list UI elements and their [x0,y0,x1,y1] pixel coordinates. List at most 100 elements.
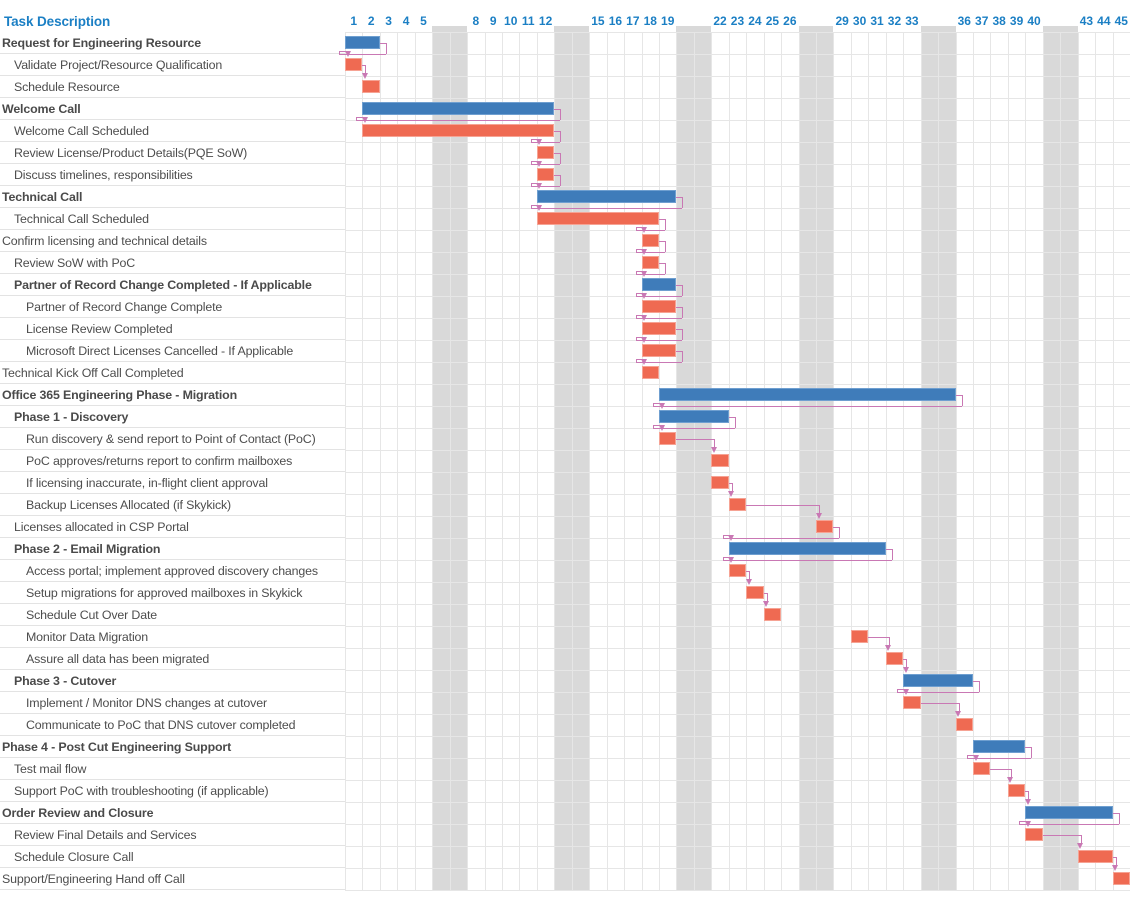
dependency-arrow-icon [710,447,717,453]
task-bar[interactable] [641,322,677,335]
task-bar[interactable] [362,124,555,137]
day-label-39: 39 [1009,14,1024,28]
grid-line-horizontal [345,846,1130,847]
task-row[interactable]: Order Review and Closure [0,802,345,824]
task-row[interactable]: License Review Completed [0,318,345,340]
task-label: Support/Engineering Hand off Call [2,871,185,886]
task-bar[interactable] [816,520,834,533]
task-row[interactable]: Request for Engineering Resource [0,32,345,54]
task-row[interactable]: Partner of Record Change Completed - If … [0,274,345,296]
task-label: Phase 1 - Discovery [14,409,129,424]
dependency-link-segment [722,538,840,539]
summary-bar[interactable] [903,674,973,687]
dependency-link-segment [1019,824,1119,825]
task-row[interactable]: Technical Kick Off Call Completed [0,362,345,384]
day-label-2: 2 [367,14,375,28]
summary-bar[interactable] [728,542,886,555]
task-bar[interactable] [641,344,677,357]
task-bar[interactable] [641,256,659,269]
task-row[interactable]: Review License/Product Details(PQE SoW) [0,142,345,164]
dependency-arrow-icon [1007,777,1014,783]
summary-bar[interactable] [973,740,1026,753]
task-row[interactable]: Technical Call Scheduled [0,208,345,230]
task-row[interactable]: Assure all data has been migrated [0,648,345,670]
task-row[interactable]: Monitor Data Migration [0,626,345,648]
task-row[interactable]: Phase 1 - Discovery [0,406,345,428]
task-row[interactable]: Backup Licenses Allocated (if Skykick) [0,494,345,516]
task-row[interactable]: Discuss timelines, responsibilities [0,164,345,186]
task-row[interactable]: Review Final Details and Services [0,824,345,846]
task-row[interactable]: Office 365 Engineering Phase - Migration [0,384,345,406]
grid-line-vertical [921,32,922,890]
task-bar[interactable] [1077,850,1113,863]
task-bar[interactable] [536,168,555,181]
dependency-link-segment [665,218,666,230]
task-row[interactable]: Schedule Closure Call [0,846,345,868]
task-row[interactable]: Schedule Cut Over Date [0,604,345,626]
summary-bar[interactable] [659,410,729,423]
summary-bar[interactable] [659,388,956,401]
dependency-link-segment [676,438,715,440]
dependency-link-segment [682,306,684,318]
task-row[interactable]: PoC approves/returns report to confirm m… [0,450,345,472]
task-row[interactable]: Review SoW with PoC [0,252,345,274]
dependency-link-segment [1118,812,1120,824]
summary-bar[interactable] [536,190,677,203]
task-bar[interactable] [903,696,921,709]
task-row[interactable]: Welcome Call [0,98,345,120]
task-label: Communicate to PoC that DNS cutover comp… [26,717,296,732]
task-row[interactable]: Access portal; implement approved discov… [0,560,345,582]
task-row[interactable]: Support PoC with troubleshooting (if app… [0,780,345,802]
task-bar[interactable] [711,454,729,467]
task-bar[interactable] [955,718,973,731]
task-bar[interactable] [345,58,363,71]
task-row[interactable]: Communicate to PoC that DNS cutover comp… [0,714,345,736]
task-row[interactable]: If licensing inaccurate, in-flight clien… [0,472,345,494]
task-row[interactable]: Test mail flow [0,758,345,780]
task-row[interactable]: Setup migrations for approved mailboxes … [0,582,345,604]
task-bar[interactable] [536,146,555,159]
dependency-link-segment [385,42,387,54]
task-bar[interactable] [763,608,782,621]
task-row[interactable]: Implement / Monitor DNS changes at cutov… [0,692,345,714]
grid-line-vertical [1025,32,1026,890]
task-bar[interactable] [1025,828,1043,841]
task-bar[interactable] [362,80,380,93]
task-row[interactable]: Phase 2 - Email Migration [0,538,345,560]
task-bar[interactable] [711,476,729,489]
summary-bar[interactable] [362,102,555,115]
task-bar[interactable] [641,234,659,247]
task-bar[interactable] [659,432,677,445]
task-bar[interactable] [728,498,747,511]
task-row[interactable]: Confirm licensing and technical details [0,230,345,252]
grid-line-vertical [467,32,468,890]
task-bar[interactable] [1112,872,1130,885]
task-bar[interactable] [641,366,659,379]
task-bar[interactable] [536,212,659,225]
summary-bar[interactable] [1025,806,1113,819]
task-row[interactable]: Validate Project/Resource Qualification [0,54,345,76]
grid-line-horizontal [345,98,1130,99]
task-row[interactable]: Support/Engineering Hand off Call [0,868,345,890]
task-row[interactable]: Partner of Record Change Complete [0,296,345,318]
task-bar[interactable] [850,630,869,643]
task-bar[interactable] [1007,784,1026,797]
task-bar[interactable] [746,586,764,599]
task-row[interactable]: Technical Call [0,186,345,208]
task-row[interactable]: Licenses allocated in CSP Portal [0,516,345,538]
summary-bar[interactable] [641,278,677,291]
task-row[interactable]: Phase 3 - Cutover [0,670,345,692]
task-bar[interactable] [885,652,904,665]
task-row[interactable]: Schedule Resource [0,76,345,98]
task-bar[interactable] [728,564,747,577]
task-row[interactable]: Run discovery & send report to Point of … [0,428,345,450]
summary-bar[interactable] [345,36,380,49]
dependency-link-segment [682,328,684,340]
task-row[interactable]: Welcome Call Scheduled [0,120,345,142]
dependency-arrow-icon [344,51,351,57]
task-bar[interactable] [641,300,677,313]
task-row[interactable]: Microsoft Direct Licenses Cancelled - If… [0,340,345,362]
dependency-arrow-icon [745,579,752,585]
task-bar[interactable] [973,762,991,775]
task-row[interactable]: Phase 4 - Post Cut Engineering Support [0,736,345,758]
